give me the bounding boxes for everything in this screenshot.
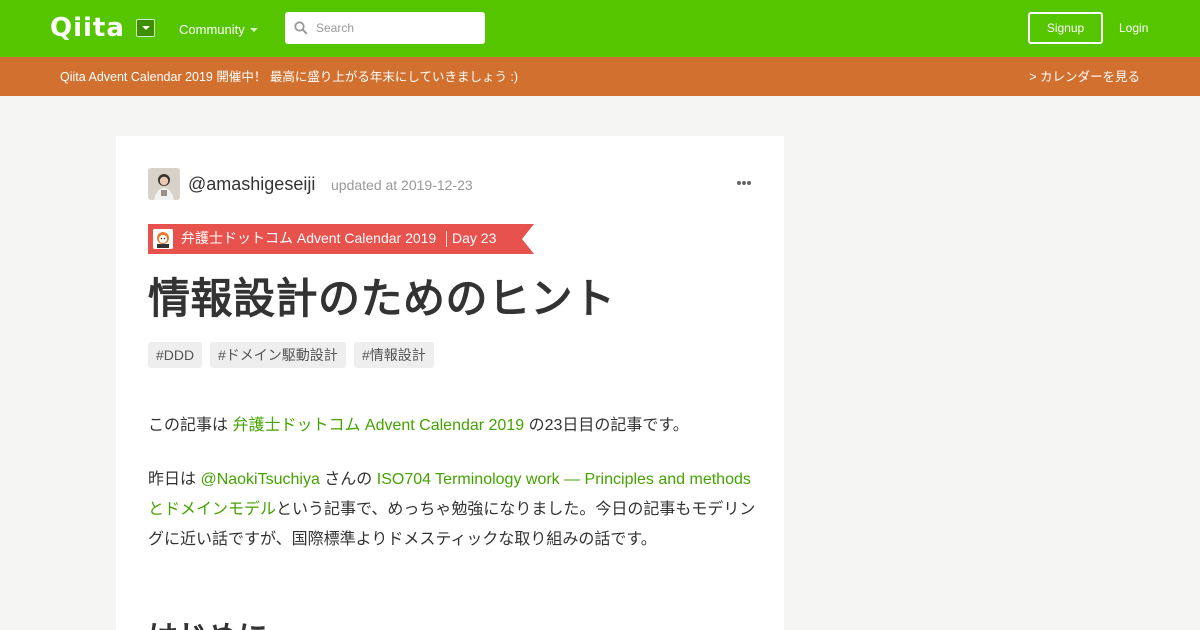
tag-information-design[interactable]: #情報設計 [354,342,434,368]
search-icon [294,21,308,35]
search-input[interactable] [316,12,476,44]
chevron-down-icon [250,28,258,32]
intro-suffix: の23日目の記事です。 [524,417,689,434]
article-title: 情報設計のためのヒント [148,275,616,322]
author-username[interactable]: @amashigeseiji [188,173,315,195]
updated-date: updated at 2019-12-23 [331,177,473,193]
search-box[interactable] [285,12,485,44]
logo-dropdown-button[interactable] [136,19,155,37]
yesterday-mid: さんの [319,471,377,488]
yesterday-prefix: 昨日は [148,471,201,488]
tag-ddd[interactable]: #DDD [148,342,203,368]
ribbon-divider [446,231,447,247]
intro-paragraph: この記事は 弁護士ドットコム Advent Calendar 2019 の23日… [148,411,758,441]
qiita-logo[interactable]: Qiita [50,14,125,42]
tag-domain-driven-design[interactable]: #ドメイン駆動設計 [210,342,346,368]
user-link[interactable]: @NaokiTsuchiya [200,471,319,488]
calendar-name: 弁護士ドットコム Advent Calendar 2019 [181,230,437,246]
author-avatar[interactable] [148,168,180,200]
signup-button[interactable]: Signup [1028,12,1103,44]
advent-calendar-banner: Qiita Advent Calendar 2019 開催中！ 最高に盛り上がる… [0,57,1200,96]
calendar-mascot-icon [153,229,173,249]
article-card: @amashigeseiji updated at 2019-12-23 弁護士… [116,136,784,630]
calendar-day: Day 23 [452,230,497,246]
login-link[interactable]: Login [1119,20,1148,36]
banner-text: Qiita Advent Calendar 2019 開催中！ 最高に盛り上がる… [60,70,519,84]
yesterday-paragraph: 昨日は @NaokiTsuchiya さんの ISO704 Terminolog… [148,465,758,555]
avatar-image [148,168,180,200]
global-header: Qiita Community Signup Login [0,0,1200,57]
advent-calendar-link[interactable]: 弁護士ドットコム Advent Calendar 2019 [232,417,524,434]
section-heading: はじめに [148,618,268,630]
intro-prefix: この記事は [148,417,233,434]
ribbon-tail [522,224,534,254]
community-menu-button[interactable]: Community [179,22,245,38]
view-calendar-link[interactable]: > カレンダーを見る [1029,69,1140,85]
more-options-icon[interactable] [736,180,752,186]
